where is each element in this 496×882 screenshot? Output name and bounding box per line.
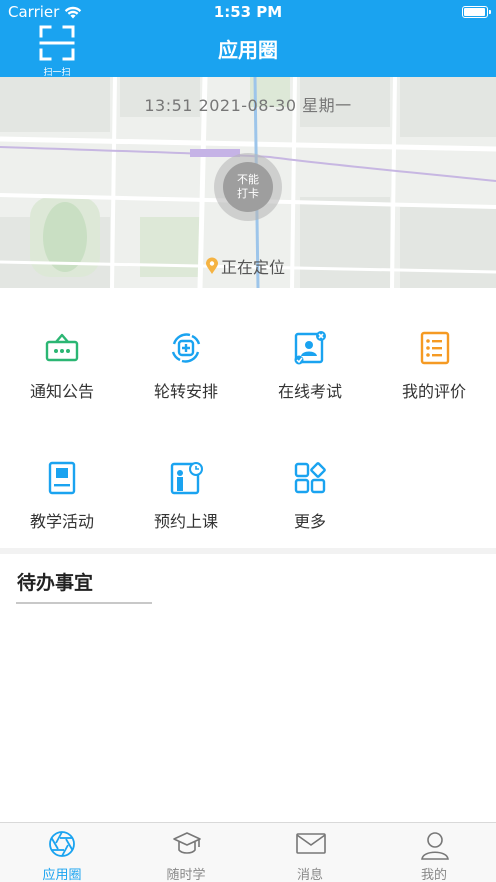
feature-grid: 通知公告 轮转安排 在线考试 我的评价 教学活动 预约上课 更多 [0, 288, 496, 548]
feature-exam[interactable]: 在线考试 [248, 288, 372, 401]
user-icon [421, 832, 449, 860]
location-status-label: 正在定位 [221, 258, 286, 277]
clock-in-label-line2: 打卡 [237, 187, 259, 200]
tab-app-circle[interactable]: 应用圈 [0, 823, 124, 882]
tab-label: 消息 [296, 868, 323, 882]
location-status: 正在定位 [205, 254, 285, 278]
aperture-icon [49, 831, 75, 857]
status-time: 1:53 PM [213, 3, 283, 21]
graduation-cap-icon [173, 832, 201, 854]
teaching-icon [48, 461, 76, 495]
feature-evaluation[interactable]: 我的评价 [372, 288, 496, 401]
todo-title-underline [16, 602, 152, 604]
feature-announcement[interactable]: 通知公告 [0, 288, 124, 401]
feature-label: 通知公告 [29, 382, 94, 401]
more-icon [294, 462, 326, 494]
app-screen: Carrier 1:53 PM 扫一扫 应用圈 13:51 2021-08-30… [0, 0, 496, 882]
feature-booking[interactable]: 预约上课 [124, 418, 248, 531]
section-divider [0, 548, 496, 554]
feature-label: 在线考试 [277, 382, 342, 401]
clock-in-inner: 不能 打卡 [223, 162, 273, 212]
battery-level [464, 8, 485, 16]
top-header: Carrier 1:53 PM 扫一扫 应用圈 [0, 0, 496, 78]
clock-in-button[interactable]: 不能 打卡 [214, 153, 282, 221]
bottom-tab-bar: 应用圈 随时学 消息 我的 [0, 822, 496, 882]
todo-section-title: 待办事宜 [17, 572, 94, 594]
feature-label: 轮转安排 [153, 382, 218, 401]
tab-label: 应用圈 [42, 868, 82, 882]
page-title: 应用圈 [218, 38, 278, 62]
location-pin-icon [206, 257, 218, 274]
tab-label: 我的 [420, 868, 447, 882]
map-datetime: 13:51 2021-08-30 星期一 [144, 96, 352, 115]
evaluation-icon [420, 331, 450, 365]
tab-mine[interactable]: 我的 [372, 823, 496, 882]
mail-icon [296, 833, 326, 854]
clock-in-label-line1: 不能 [237, 173, 259, 186]
rotation-icon [171, 333, 201, 363]
feature-label: 我的评价 [401, 382, 466, 401]
feature-more[interactable]: 更多 [248, 418, 372, 531]
feature-teaching[interactable]: 教学活动 [0, 418, 124, 531]
feature-label: 更多 [293, 512, 326, 531]
feature-label: 预约上课 [153, 512, 218, 531]
battery-icon [462, 6, 491, 18]
tab-messages[interactable]: 消息 [248, 823, 372, 882]
tab-study[interactable]: 随时学 [124, 823, 248, 882]
feature-label: 教学活动 [29, 512, 94, 531]
map-view[interactable]: 13:51 2021-08-30 星期一 不能 打卡 正在定位 [0, 77, 496, 288]
exam-icon [294, 331, 326, 365]
announcement-icon [45, 333, 79, 362]
booking-icon [170, 462, 203, 495]
feature-rotation[interactable]: 轮转安排 [124, 288, 248, 401]
tab-label: 随时学 [166, 868, 206, 882]
